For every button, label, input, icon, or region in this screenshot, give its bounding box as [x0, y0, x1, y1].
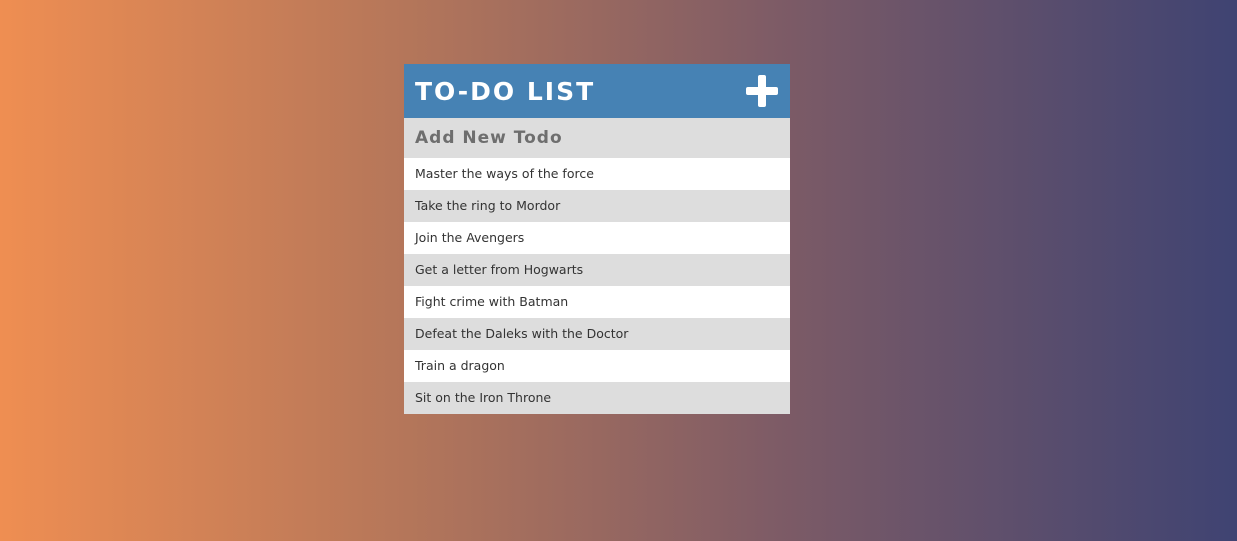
- todo-item[interactable]: Take the ring to Mordor: [404, 190, 790, 222]
- plus-icon-vertical-bar: [758, 75, 766, 107]
- new-todo-input[interactable]: [404, 118, 790, 158]
- todo-item[interactable]: Sit on the Iron Throne: [404, 382, 790, 414]
- todo-list: Master the ways of the force Take the ri…: [404, 158, 790, 414]
- todo-item[interactable]: Fight crime with Batman: [404, 286, 790, 318]
- todo-item[interactable]: Defeat the Daleks with the Doctor: [404, 318, 790, 350]
- todo-item[interactable]: Master the ways of the force: [404, 158, 790, 190]
- todo-item[interactable]: Train a dragon: [404, 350, 790, 382]
- todo-header: TO-DO LIST: [404, 64, 790, 118]
- todo-container: TO-DO LIST Master the ways of the force …: [404, 64, 790, 414]
- todo-item[interactable]: Join the Avengers: [404, 222, 790, 254]
- plus-icon[interactable]: [746, 75, 778, 107]
- page-title: TO-DO LIST: [415, 76, 596, 106]
- todo-item[interactable]: Get a letter from Hogwarts: [404, 254, 790, 286]
